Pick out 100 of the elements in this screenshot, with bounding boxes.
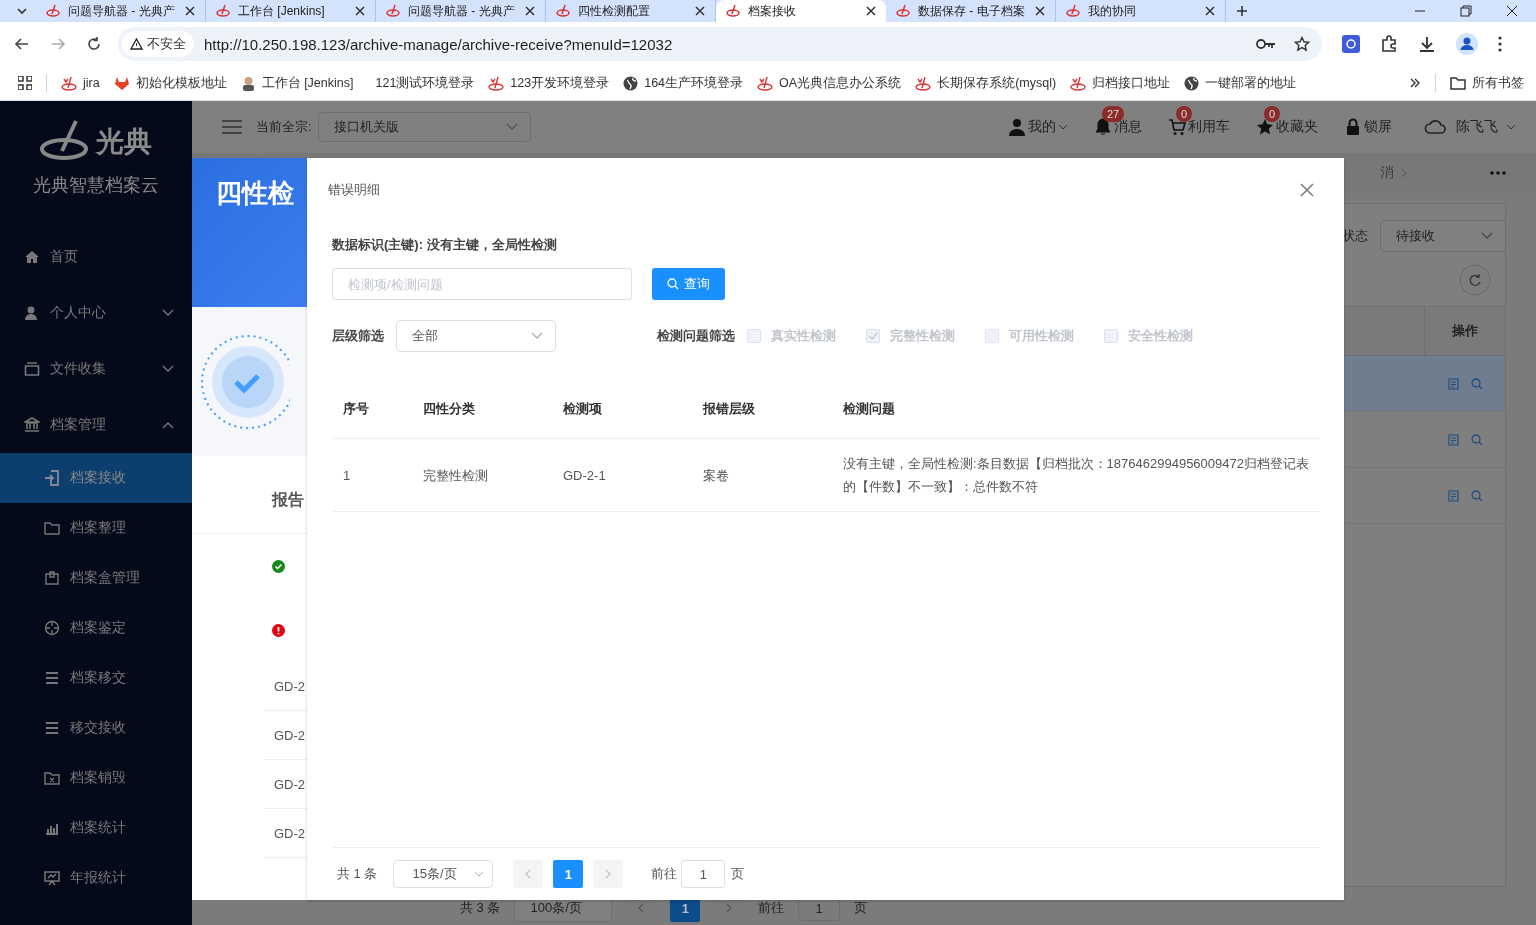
search-button[interactable]: 查询	[652, 268, 725, 300]
tab-label[interactable]: 消	[1380, 164, 1394, 182]
bookmark[interactable]: 一键部署的地址	[1184, 74, 1297, 92]
address-bar[interactable]: 不安全 http://10.250.198.123/archive-manage/archive-receive?menuId=12032	[118, 27, 1322, 61]
bookmark[interactable]: 归档接口地址	[1070, 74, 1171, 92]
chevron-down-icon	[505, 123, 518, 131]
url-text: http://10.250.198.123/archive-manage/archive-receive?menuId=12032	[204, 35, 673, 53]
goto-page-input[interactable]: 1	[681, 860, 726, 888]
chevron-left-icon	[637, 903, 646, 913]
menu-item[interactable]: 首页	[0, 229, 192, 285]
menu-item[interactable]: 档案管理	[0, 397, 192, 453]
submenu-item[interactable]: 移交接收	[0, 703, 192, 753]
status-select[interactable]: 待接收	[1380, 220, 1506, 252]
header-action[interactable]: 锁屏	[1344, 118, 1392, 136]
chevron-down-icon[interactable]	[16, 5, 28, 17]
apps-icon[interactable]	[18, 76, 32, 90]
bookmark[interactable]: 121测试环境登录	[367, 74, 475, 92]
total-count: 共 3 条	[460, 899, 501, 917]
page-size-select[interactable]: 15条/页	[393, 860, 494, 888]
site-logo-icon	[46, 4, 60, 18]
user-icon	[1008, 118, 1026, 136]
chevron-down-icon	[162, 365, 174, 373]
bank-icon	[24, 417, 40, 433]
search-field[interactable]: 检测项/检测问题	[332, 268, 632, 300]
dialog-title: 错误明细	[328, 181, 380, 199]
page-suffix: 页	[731, 865, 745, 883]
close-icon[interactable]	[1035, 6, 1045, 16]
count-badge: 0	[1264, 106, 1281, 122]
bookmark[interactable]: jira	[61, 75, 100, 91]
chevron-right-icon[interactable]	[1409, 77, 1421, 89]
site-logo-icon	[61, 75, 77, 91]
close-icon[interactable]	[185, 6, 195, 16]
bookmark-folder[interactable]: 所有书签	[1450, 74, 1524, 92]
column-header: 操作	[1424, 307, 1505, 355]
plus-icon[interactable]	[1236, 5, 1248, 17]
restore-icon[interactable]	[1460, 5, 1472, 17]
table-cell-text: GD-2-1	[562, 466, 607, 485]
profile-icon[interactable]	[1456, 33, 1478, 55]
chevron-right-icon	[604, 869, 613, 879]
chevron-right-icon	[725, 903, 734, 913]
more-icon[interactable]	[1498, 36, 1502, 52]
page-button[interactable]: 1	[553, 860, 584, 888]
bookmark[interactable]: 工作台 [Jenkins]	[240, 74, 354, 92]
bookmark[interactable]: 123开发环境登录	[488, 74, 610, 92]
goto-label: 前往	[651, 865, 678, 883]
report-heading: 报告	[272, 490, 305, 510]
user-menu[interactable]: 陈飞飞	[1424, 118, 1516, 136]
cart-icon	[1168, 118, 1186, 136]
bookmark[interactable]: OA光典信息办公系统	[757, 74, 902, 92]
filter-label: 检测问题筛选	[657, 327, 735, 345]
close-icon[interactable]	[695, 6, 705, 16]
chevron-up-icon	[162, 421, 174, 429]
fonds-select[interactable]: 接口机关版	[317, 112, 531, 142]
close-icon[interactable]	[866, 6, 876, 16]
column-header: 四性分类	[422, 400, 476, 418]
browser-tab[interactable]: 档案接收	[716, 0, 886, 22]
submenu-item[interactable]: 档案盒管理	[0, 553, 192, 603]
column-header: 报错层级	[701, 400, 756, 418]
table-cell-text: 案卷	[702, 466, 730, 485]
close-icon[interactable]	[355, 6, 365, 16]
submenu-item[interactable]: 档案移交	[0, 653, 192, 703]
submenu-item[interactable]: 年报统计	[0, 853, 192, 903]
chevron-left-icon	[524, 869, 533, 879]
site-logo-icon	[726, 4, 740, 18]
reload-icon[interactable]	[86, 36, 102, 52]
search-icon	[667, 278, 679, 290]
extension-icon[interactable]	[1342, 35, 1360, 53]
refresh-icon[interactable]	[1459, 264, 1491, 296]
bookmark[interactable]: 164生产环境登录	[623, 74, 744, 92]
download-icon[interactable]	[1418, 35, 1436, 53]
column-header: 检测项	[561, 400, 603, 418]
menu-item[interactable]: 文件收集	[0, 341, 192, 397]
table-cell-text: 1	[342, 466, 352, 485]
bookmark[interactable]: 初始化模板地址	[113, 74, 227, 92]
submenu-item[interactable]: 档案接收	[0, 453, 192, 503]
star-icon[interactable]	[1294, 36, 1310, 52]
header-action[interactable]: 我的	[1008, 118, 1068, 136]
back-icon[interactable]	[14, 36, 30, 52]
fonds-label: 当前全宗:	[256, 118, 312, 136]
submenu-item[interactable]: 档案销毁	[0, 753, 192, 803]
submenu-item[interactable]: 档案整理	[0, 503, 192, 553]
puzzle-icon[interactable]	[1380, 35, 1398, 53]
list-icon	[44, 670, 60, 686]
site-logo-icon	[216, 4, 230, 18]
globe-icon	[623, 75, 639, 91]
chevron-down-icon	[531, 332, 543, 340]
close-icon[interactable]	[1205, 6, 1215, 16]
level-select[interactable]: 全部	[396, 320, 556, 352]
key-icon[interactable]	[1256, 38, 1276, 50]
bookmark[interactable]: 长期保存系统(mysql)	[915, 74, 1057, 92]
goto-label: 前往	[758, 899, 785, 917]
menu-icon[interactable]	[222, 119, 242, 135]
total-count: 共 1 条	[337, 865, 378, 883]
close-icon[interactable]	[1506, 5, 1518, 17]
column-header: 检测问题	[841, 400, 896, 418]
menu-item[interactable]: 个人中心	[0, 285, 192, 341]
security-chip[interactable]: 不安全	[122, 31, 194, 57]
submenu-item[interactable]: 档案统计	[0, 803, 192, 853]
close-icon[interactable]	[525, 6, 535, 16]
submenu-item[interactable]: 档案鉴定	[0, 603, 192, 653]
